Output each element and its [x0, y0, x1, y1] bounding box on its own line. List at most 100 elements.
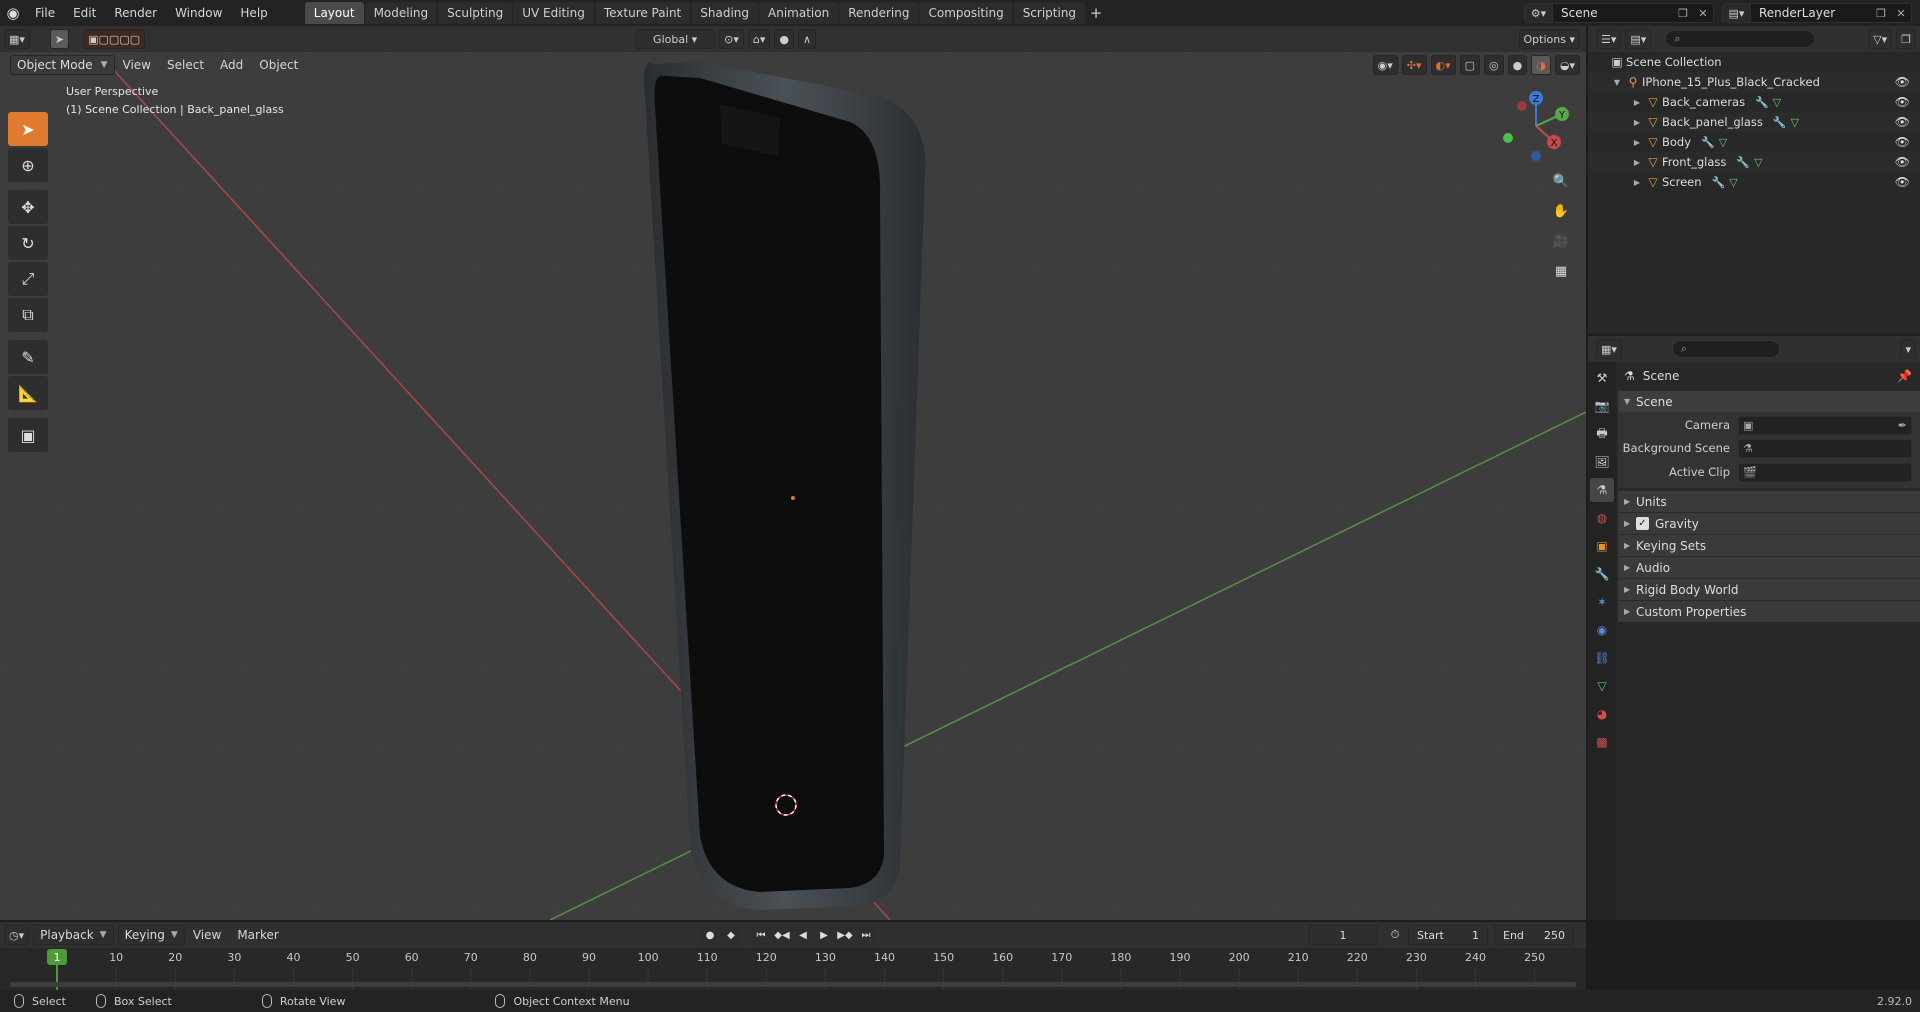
outliner-object-row[interactable]: ▶ ▽ Body 🔧 ▽ 👁 — [1588, 132, 1920, 152]
object-tab-icon[interactable]: ▣ — [1590, 534, 1614, 558]
mode-select[interactable]: Object Mode ▼ — [10, 55, 115, 75]
outliner-object-row[interactable]: ▶ ▽ Back_cameras 🔧 ▽ 👁 — [1588, 92, 1920, 112]
select-tool-icon[interactable]: ➤ — [49, 29, 70, 49]
eye-icon[interactable]: 👁 — [1895, 175, 1910, 189]
proportional-icon[interactable]: ● — [774, 29, 794, 49]
measure-tool-icon[interactable]: 📐 — [8, 376, 48, 410]
navigation-gizmo[interactable]: Z Y X — [1496, 86, 1576, 166]
3d-viewport[interactable]: ▦▾ ➤ ▣▢▢▢▢ Global ▾ ⊙▾ ⌂▾ ● ∧ Options ▾ … — [0, 26, 1586, 920]
viewport-menu-view[interactable]: View — [115, 58, 159, 72]
modifier-wrench-icon[interactable]: 🔧 — [1712, 176, 1726, 189]
pin-icon[interactable]: 📌 — [1897, 369, 1912, 383]
viewport-menu-object[interactable]: Object — [251, 58, 306, 72]
expand-arrow-icon[interactable]: ▶ — [1630, 138, 1644, 147]
zoom-icon[interactable]: 🔍 — [1548, 168, 1574, 194]
timeline-editor-icon[interactable]: ◷▾ — [4, 925, 30, 945]
audio-panel-header[interactable]: ▶ Audio — [1618, 556, 1920, 578]
scale-tool-icon[interactable]: ⤢ — [8, 262, 48, 296]
units-panel-header[interactable]: ▶ Units — [1618, 490, 1920, 512]
record-icon[interactable]: ● — [700, 925, 720, 945]
add-cube-tool-icon[interactable]: ▣ — [8, 418, 48, 452]
tab-texture-paint[interactable]: Texture Paint — [594, 2, 691, 24]
snap-icon[interactable]: ⌂▾ — [747, 29, 771, 49]
tab-modeling[interactable]: Modeling — [364, 2, 438, 24]
material-shading-icon[interactable]: ◑ — [1531, 55, 1551, 75]
outliner-scene-collection[interactable]: ▣ Scene Collection — [1588, 52, 1920, 72]
orientation-select[interactable]: Global ▾ — [635, 29, 716, 49]
tab-sculpting[interactable]: Sculpting — [438, 2, 513, 24]
keyframe-icon[interactable]: ◆ — [721, 925, 741, 945]
mesh-data-icon[interactable]: ▽ — [1719, 136, 1727, 149]
timeline-menu-view[interactable]: View — [185, 928, 229, 942]
render-tab-icon[interactable]: 📷 — [1590, 394, 1614, 418]
eye-icon[interactable]: 👁 — [1895, 135, 1910, 149]
menu-file[interactable]: File — [26, 0, 64, 26]
output-tab-icon[interactable]: 🖶 — [1590, 422, 1614, 446]
play-icon[interactable]: ▶ — [814, 925, 834, 945]
outliner-object-row[interactable]: ▶ ▽ Front_glass 🔧 ▽ 👁 — [1588, 152, 1920, 172]
modifier-wrench-icon[interactable]: 🔧 — [1773, 116, 1787, 129]
cursor-tool-icon[interactable]: ⊕ — [8, 148, 48, 182]
particles-tab-icon[interactable]: ✶ — [1590, 590, 1614, 614]
view-layer-tab-icon[interactable]: 🖼 — [1590, 450, 1614, 474]
view-layer-name[interactable]: RenderLayer — [1751, 6, 1871, 20]
physics-tab-icon[interactable]: ◉ — [1590, 618, 1614, 642]
prev-keyframe-icon[interactable]: ◆◀ — [772, 925, 792, 945]
xray-icon[interactable]: ▢ — [1459, 55, 1481, 75]
tab-shading[interactable]: Shading — [691, 2, 758, 24]
menu-render[interactable]: Render — [105, 0, 166, 26]
add-workspace-button[interactable]: + — [1086, 2, 1106, 24]
modifier-wrench-icon[interactable]: 🔧 — [1701, 136, 1715, 149]
mesh-data-icon[interactable]: ▽ — [1791, 116, 1799, 129]
mesh-data-icon[interactable]: ▽ — [1754, 156, 1762, 169]
outliner-collection-row[interactable]: ▼ ⚲ IPhone_15_Plus_Black_Cracked 👁 — [1588, 72, 1920, 92]
properties-editor-icon[interactable]: ▦▾ — [1596, 339, 1622, 359]
modifier-wrench-icon[interactable]: 🔧 — [1755, 96, 1769, 109]
visibility-icon[interactable]: ◉▾ — [1372, 55, 1398, 75]
gravity-panel-header[interactable]: ▶ ✓ Gravity — [1618, 512, 1920, 534]
texture-tab-icon[interactable]: ▩ — [1590, 730, 1614, 754]
scene-name[interactable]: Scene — [1553, 6, 1673, 20]
world-tab-icon[interactable]: ◍ — [1590, 506, 1614, 530]
end-frame-field[interactable]: End 250 — [1494, 925, 1574, 945]
select-box-tool-icon[interactable]: ➤ — [8, 112, 48, 146]
chevron-down-icon[interactable]: ▾ — [1900, 339, 1916, 359]
clock-icon[interactable]: ⏱ — [1384, 925, 1406, 945]
scene-panel-header[interactable]: ▼ Scene — [1618, 390, 1920, 412]
overlay-icon[interactable]: ◐▾ — [1430, 55, 1456, 75]
keying-sets-panel-header[interactable]: ▶ Keying Sets — [1618, 534, 1920, 556]
menu-window[interactable]: Window — [166, 0, 231, 26]
tool-tab-icon[interactable]: ⚒ — [1590, 366, 1614, 390]
filter-icon[interactable]: ▽▾ — [1868, 29, 1893, 49]
timeline-ruler[interactable]: 1 10 20 30 40 50 60 70 80 90 100 110 120 130 140 150 160… — [0, 948, 1586, 990]
background-scene-field[interactable]: ⚗ — [1738, 438, 1912, 458]
camera-field[interactable]: ▣ ✒ — [1738, 415, 1912, 435]
expand-arrow-icon[interactable]: ▶ — [1630, 118, 1644, 127]
wireframe-shading-icon[interactable]: ◎ — [1484, 55, 1504, 75]
mesh-data-icon[interactable]: ▽ — [1773, 96, 1781, 109]
expand-arrow-icon[interactable]: ▶ — [1630, 158, 1644, 167]
tab-compositing[interactable]: Compositing — [919, 2, 1013, 24]
play-reverse-icon[interactable]: ◀ — [793, 925, 813, 945]
start-frame-field[interactable]: Start 1 — [1408, 925, 1488, 945]
eye-icon[interactable]: 👁 — [1895, 75, 1910, 89]
view-layer-selector[interactable]: ▤▾ RenderLayer ❐ ✕ — [1722, 3, 1912, 23]
options-button[interactable]: Options ▾ — [1518, 29, 1580, 49]
editor-type-icon[interactable]: ▦▾ — [4, 29, 30, 49]
keying-menu[interactable]: Keying ▼ — [117, 925, 185, 945]
close-icon[interactable]: ✕ — [1891, 7, 1911, 20]
eyedropper-icon[interactable]: ✒ — [1898, 419, 1907, 432]
tab-animation[interactable]: Animation — [759, 2, 839, 24]
eye-icon[interactable]: 👁 — [1895, 95, 1910, 109]
modifier-wrench-icon[interactable]: 🔧 — [1736, 156, 1750, 169]
pan-hand-icon[interactable]: ✋ — [1548, 198, 1574, 224]
timeline-scrollbar[interactable] — [10, 982, 1576, 987]
playback-menu[interactable]: Playback ▼ — [33, 925, 114, 945]
eye-icon[interactable]: 👁 — [1895, 155, 1910, 169]
select-mode-icons[interactable]: ▣▢▢▢▢ — [83, 29, 146, 49]
copy-icon[interactable]: ❐ — [1871, 7, 1891, 20]
jump-end-icon[interactable]: ⏭ — [856, 925, 876, 945]
properties-search-input[interactable]: ⌕ — [1671, 340, 1780, 358]
scene-tab-icon[interactable]: ⚗ — [1590, 478, 1614, 502]
custom-properties-panel-header[interactable]: ▶ Custom Properties — [1618, 600, 1920, 622]
